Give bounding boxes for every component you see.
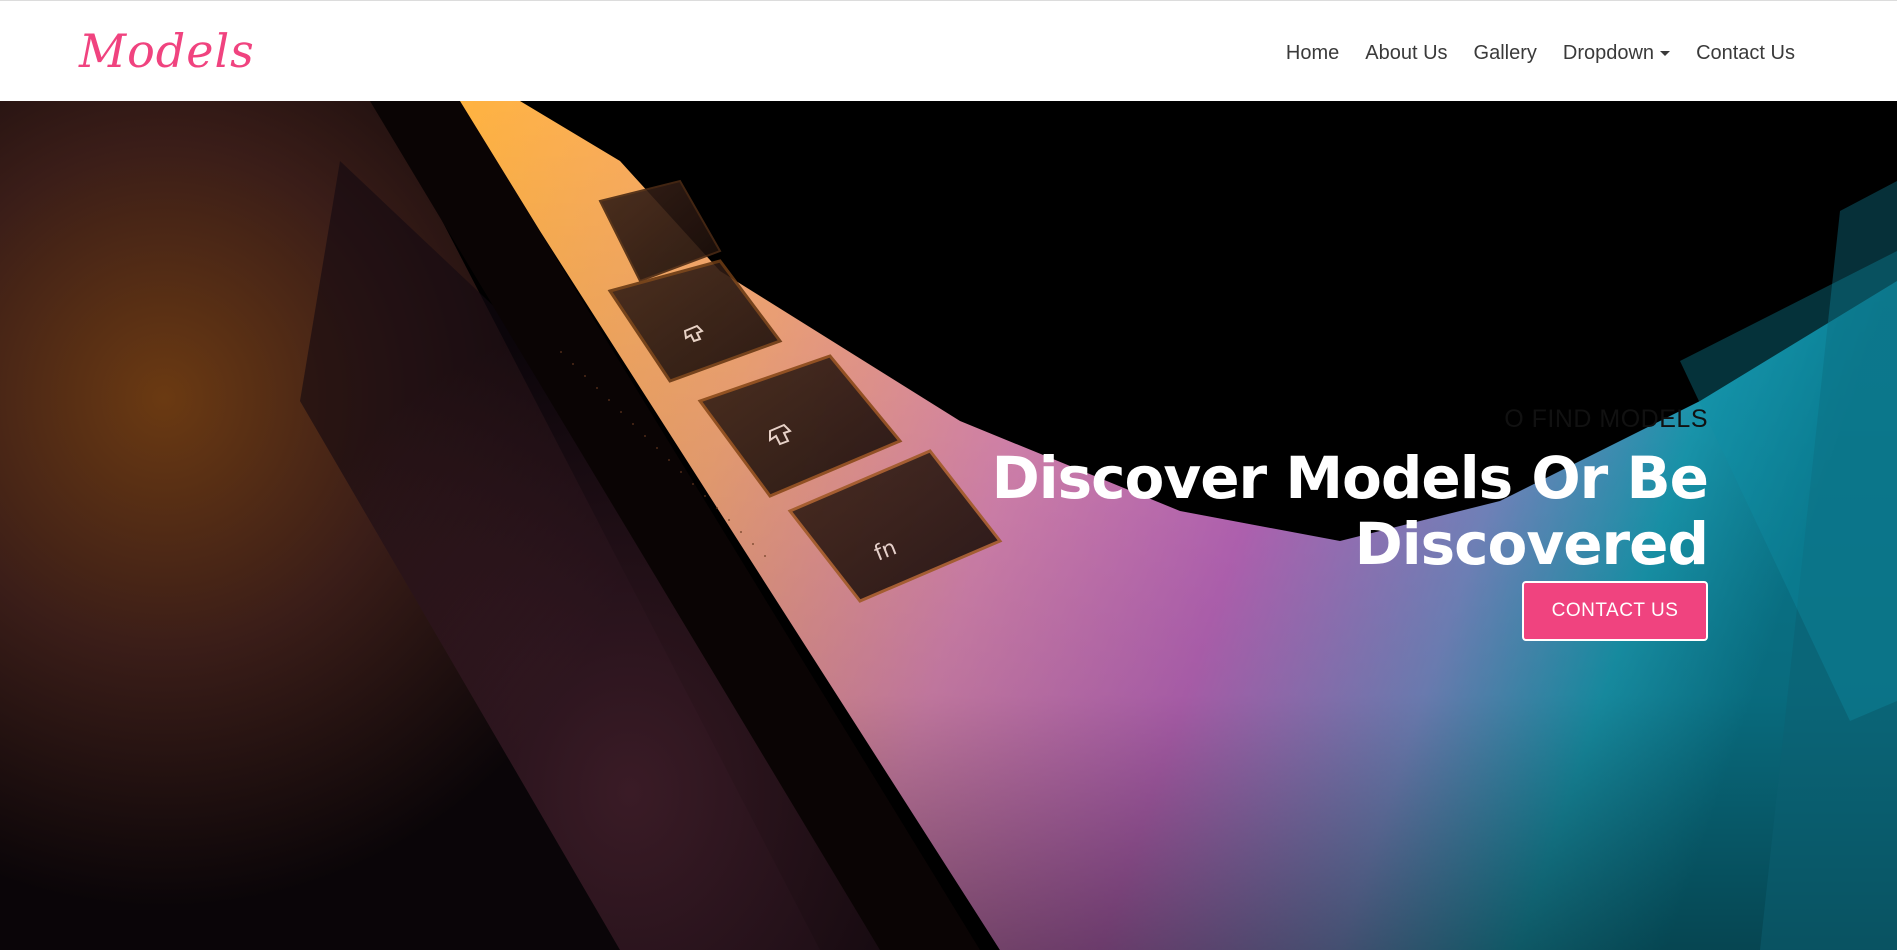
hero-title: Discover Models Or Be Discovered [808, 444, 1709, 578]
hero-title-line-1: Discover Models Or Be [991, 444, 1709, 512]
nav-item-about-us[interactable]: About Us [1365, 41, 1447, 65]
nav-item-gallery[interactable]: Gallery [1474, 41, 1537, 65]
caret-down-icon [1660, 51, 1671, 57]
hero-section: fn O FIND MODELS Discover Models Or Be D… [0, 101, 1897, 950]
nav-item-home[interactable]: Home [1286, 41, 1339, 65]
nav-item-dropdown-label: Dropdown [1562, 42, 1655, 64]
hero-eyebrow: O FIND MODELS [1504, 405, 1708, 433]
hero-content: O FIND MODELS Discover Models Or Be Disc… [808, 401, 1709, 641]
navbar: Models Home About Us Gallery Dropdown Co… [0, 0, 1897, 101]
hero-title-line-2: Discovered [1354, 510, 1709, 578]
nav-menu: Home About Us Gallery Dropdown Contact U… [1260, 41, 1795, 65]
nav-item-contact-us[interactable]: Contact Us [1696, 41, 1795, 65]
brand-logo[interactable]: Models [79, 23, 255, 79]
nav-item-dropdown[interactable]: Dropdown [1562, 41, 1671, 65]
contact-us-button[interactable]: CONTACT US [1522, 581, 1708, 641]
